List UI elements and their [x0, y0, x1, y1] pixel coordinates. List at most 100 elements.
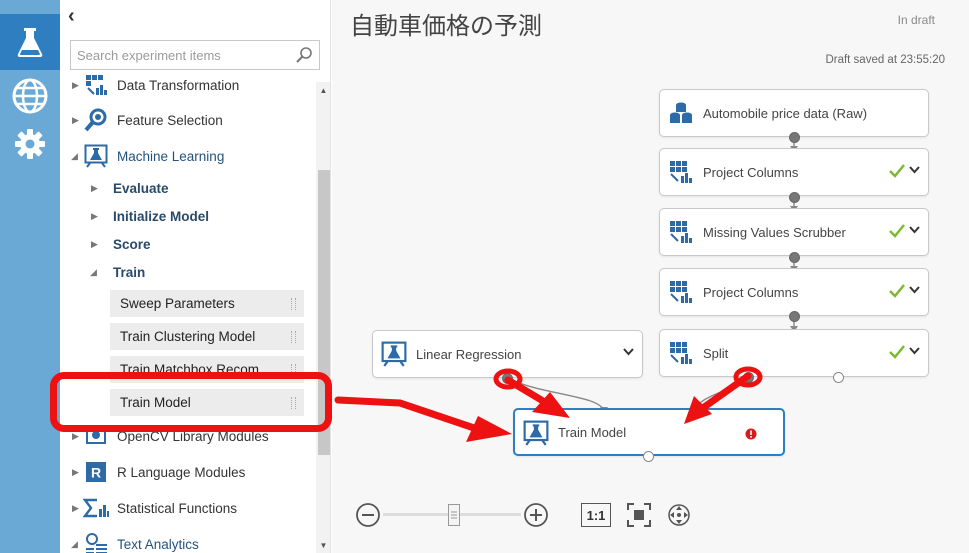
- chevron-down-icon[interactable]: [909, 166, 920, 174]
- tree-item-label: Data Transformation: [117, 77, 240, 93]
- output-port[interactable]: [789, 192, 800, 203]
- expand-arrow-icon[interactable]: ▶: [91, 183, 101, 194]
- settings-nav-button[interactable]: [0, 116, 60, 172]
- expand-arrow-icon[interactable]: ▶: [72, 467, 82, 478]
- node-label: Train Model: [558, 424, 627, 440]
- globe-icon: [12, 78, 48, 114]
- output-port[interactable]: [743, 372, 754, 383]
- zoom-slider-handle[interactable]: [447, 503, 461, 527]
- palette-search: [70, 40, 320, 70]
- module-label: Sweep Parameters: [120, 296, 235, 311]
- node-label: Automobile price data (Raw): [703, 105, 868, 121]
- error-icon[interactable]: [745, 428, 757, 440]
- tree-item-machine-learning[interactable]: ◢ Machine Learning: [60, 142, 316, 170]
- expand-arrow-icon[interactable]: ▶: [72, 80, 82, 91]
- fit-screen-icon: [627, 503, 651, 527]
- output-port[interactable]: [789, 132, 800, 143]
- drag-handle-icon[interactable]: [291, 331, 296, 343]
- module-item-sweep-parameters[interactable]: Sweep Parameters: [110, 289, 304, 317]
- app-root: ‹ ▶ Data Transformation ▶: [0, 0, 969, 553]
- sigma-chart-icon: [83, 495, 109, 521]
- zoom-out-button[interactable]: [354, 500, 382, 530]
- node-linear-regression[interactable]: Linear Regression: [372, 330, 643, 378]
- fit-to-screen-button[interactable]: [626, 502, 652, 528]
- nav-rail: [0, 0, 60, 553]
- module-palette: ‹ ▶ Data Transformation ▶: [60, 0, 331, 553]
- annotation-highlight-box: [50, 372, 332, 432]
- expand-arrow-icon[interactable]: ▶: [91, 211, 101, 222]
- zoom-out-icon: [356, 503, 380, 527]
- tree-item-label: Evaluate: [113, 180, 169, 196]
- expand-arrow-icon[interactable]: ▶: [72, 115, 82, 126]
- draft-saved-text: Draft saved at 23:55:20: [825, 54, 945, 66]
- gear-icon: [15, 129, 45, 159]
- flask-icon: [17, 28, 43, 57]
- tree-item-label: Initialize Model: [113, 208, 210, 224]
- tree-item-initialize-model[interactable]: ▶ Initialize Model: [60, 202, 316, 230]
- tree-item-label: Machine Learning: [117, 148, 225, 164]
- expand-arrow-icon[interactable]: ▶: [72, 431, 82, 442]
- chevron-down-icon[interactable]: [909, 347, 920, 355]
- data-transform-icon: [83, 74, 109, 98]
- checkmark-icon: [889, 164, 905, 178]
- experiments-nav-button[interactable]: [0, 14, 60, 70]
- node-project-columns-1[interactable]: Project Columns: [659, 148, 929, 196]
- scroll-down-icon[interactable]: ▼: [316, 539, 330, 553]
- collapse-arrow-icon[interactable]: ◢: [71, 539, 81, 550]
- module-item-train-clustering-model[interactable]: Train Clustering Model: [110, 322, 304, 350]
- drag-handle-icon[interactable]: [291, 298, 296, 310]
- expand-arrow-icon[interactable]: ▶: [72, 503, 82, 514]
- tree-item-train[interactable]: ◢ Train: [60, 258, 316, 286]
- tree-item-label: Score: [113, 236, 151, 252]
- text-analytics-icon: [83, 531, 109, 553]
- expand-arrow-icon[interactable]: ▶: [91, 239, 101, 250]
- project-columns-icon: [670, 161, 692, 183]
- output-port[interactable]: [643, 451, 654, 462]
- move-arrows-icon: [668, 504, 690, 526]
- tree-item-score[interactable]: ▶ Score: [60, 230, 316, 258]
- actual-size-button[interactable]: 1:1: [581, 503, 611, 527]
- search-input[interactable]: [71, 41, 286, 69]
- tree-item-r-language[interactable]: ▶ R R Language Modules: [60, 458, 316, 486]
- node-label: Project Columns: [703, 284, 799, 300]
- magnifier-icon: [83, 107, 109, 133]
- pan-button[interactable]: [666, 502, 692, 528]
- tree-item-evaluate[interactable]: ▶ Evaluate: [60, 174, 316, 202]
- tree-item-data-transformation[interactable]: ▶ Data Transformation: [60, 74, 316, 99]
- output-port[interactable]: [789, 252, 800, 263]
- node-missing-values-scrubber[interactable]: Missing Values Scrubber: [659, 208, 929, 256]
- node-train-model[interactable]: Train Model: [513, 408, 785, 456]
- collapse-arrow-icon[interactable]: ◢: [71, 151, 81, 162]
- output-port[interactable]: [502, 373, 513, 384]
- collapse-palette-button[interactable]: ‹: [68, 6, 84, 26]
- svg-text:R: R: [91, 465, 101, 481]
- node-project-columns-2[interactable]: Project Columns: [659, 268, 929, 316]
- chevron-down-icon[interactable]: [623, 348, 634, 356]
- experiment-title[interactable]: 自動車価格の予測: [350, 6, 542, 41]
- ml-board-icon: [83, 143, 109, 169]
- tree-item-label: Text Analytics: [117, 536, 199, 552]
- collapse-arrow-icon[interactable]: ◢: [90, 267, 100, 278]
- node-label: Split: [703, 345, 729, 361]
- output-port[interactable]: [789, 311, 800, 322]
- node-automobile-price-data[interactable]: Automobile price data (Raw): [659, 89, 929, 137]
- tree-item-text-analytics[interactable]: ◢ Text Analytics: [60, 530, 316, 553]
- chevron-down-icon[interactable]: [909, 226, 920, 234]
- project-columns-icon: [670, 281, 692, 303]
- node-label: Project Columns: [703, 164, 799, 180]
- scroll-up-icon[interactable]: ▲: [316, 84, 330, 98]
- tree-item-feature-selection[interactable]: ▶ Feature Selection: [60, 106, 316, 134]
- node-split[interactable]: Split: [659, 329, 929, 377]
- zoom-in-button[interactable]: [522, 500, 550, 530]
- zoom-in-icon: [524, 503, 548, 527]
- project-columns-icon: [670, 221, 692, 243]
- chevron-down-icon[interactable]: [909, 286, 920, 294]
- tree-item-label: R Language Modules: [117, 464, 246, 480]
- checkmark-icon: [889, 284, 905, 298]
- module-label: Train Clustering Model: [120, 329, 256, 344]
- dataset-cylinders-icon: [670, 102, 692, 123]
- search-icon[interactable]: [295, 46, 313, 64]
- output-port[interactable]: [833, 372, 844, 383]
- node-label: Missing Values Scrubber: [703, 224, 846, 240]
- tree-item-statistical-functions[interactable]: ▶ Statistical Functions: [60, 494, 316, 522]
